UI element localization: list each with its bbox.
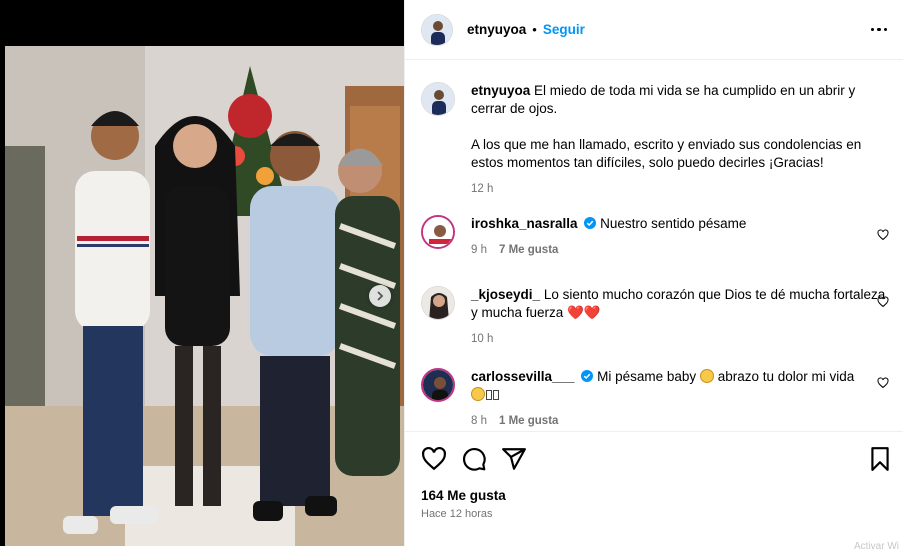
verified-badge-icon [584, 217, 597, 229]
caption-username[interactable]: etnyuyoa [471, 83, 530, 98]
comment-text: Nuestro sentido pésame [600, 216, 747, 231]
sad-face-emoji [699, 369, 714, 383]
comment-likes[interactable]: 7 Me gusta [499, 241, 558, 259]
missing-glyph-icon [486, 390, 492, 400]
comment-item: carlossevilla___ Mi pésame baby abrazo t… [421, 368, 889, 430]
comment-text: Mi pésame baby [597, 369, 697, 384]
comment-item: _kjoseydi_ Lo siento mucho corazón que D… [421, 286, 889, 348]
comment-likes[interactable]: 1 Me gusta [499, 412, 558, 430]
caption-time: 12 h [471, 183, 494, 195]
share-send-icon[interactable] [501, 446, 527, 472]
save-bookmark-icon[interactable] [867, 446, 893, 472]
separator-dot: • [532, 22, 537, 37]
instagram-post-modal: etnyuyoa • Seguir etnyuyoa El miedo de t… [0, 0, 903, 552]
commenter-avatar[interactable] [421, 286, 455, 320]
likes-count[interactable]: 164 Me gusta [421, 488, 506, 503]
commenter-avatar[interactable] [421, 215, 455, 249]
post-sidebar: etnyuyoa • Seguir etnyuyoa El miedo de t… [404, 0, 903, 552]
os-watermark-text: Activar Wi [854, 541, 899, 552]
family-photo-illustration [5, 46, 404, 546]
like-comment-heart-icon[interactable] [877, 377, 889, 389]
post-actions-area: 164 Me gusta Hace 12 horas Activar Wi [405, 431, 903, 552]
chevron-right-icon [377, 291, 384, 301]
avatar-image [423, 217, 453, 247]
verified-badge-icon [581, 370, 594, 382]
follow-button[interactable]: Seguir [543, 22, 585, 37]
media-letterbox [0, 0, 404, 46]
like-comment-heart-icon[interactable] [877, 229, 889, 241]
avatar-image [423, 370, 453, 400]
caption-avatar[interactable] [421, 82, 455, 116]
comment-time: 9 h [471, 244, 487, 256]
like-comment-heart-icon[interactable] [877, 296, 889, 308]
comment-username[interactable]: _kjoseydi_ [471, 287, 540, 302]
avatar-image [422, 14, 452, 45]
author-avatar[interactable] [421, 13, 453, 46]
commenter-avatar[interactable] [421, 368, 455, 402]
comment-username[interactable]: iroshka_nasralla [471, 216, 578, 231]
caption-text-2: A los que me han llamado, escrito y envi… [471, 137, 862, 170]
comment-time: 8 h [471, 415, 487, 427]
like-heart-icon[interactable] [421, 446, 447, 472]
caption: etnyuyoa El miedo de toda mi vida se ha … [421, 82, 889, 198]
comment-item: iroshka_nasralla Nuestro sentido pésame … [421, 215, 889, 259]
avatar-image [422, 83, 454, 115]
action-bar [405, 446, 903, 472]
comment-text-2: abrazo tu dolor mi vida [717, 369, 855, 384]
post-age: Hace 12 horas [421, 508, 493, 520]
next-photo-button[interactable] [369, 285, 391, 307]
post-photo[interactable] [5, 46, 404, 546]
heart-emoji: ❤️❤️ [567, 305, 601, 320]
more-options-icon[interactable] [869, 22, 890, 38]
post-media [0, 0, 404, 546]
comment-username[interactable]: carlossevilla___ [471, 369, 575, 384]
comments-section[interactable]: etnyuyoa El miedo de toda mi vida se ha … [405, 60, 903, 431]
missing-glyph-icon [493, 390, 499, 400]
comment-time: 10 h [471, 333, 494, 345]
avatar-image [422, 287, 454, 319]
comment-bubble-icon[interactable] [461, 446, 487, 472]
author-username[interactable]: etnyuyoa [467, 22, 526, 37]
sad-face-emoji [471, 387, 485, 401]
post-header: etnyuyoa • Seguir [405, 0, 903, 60]
